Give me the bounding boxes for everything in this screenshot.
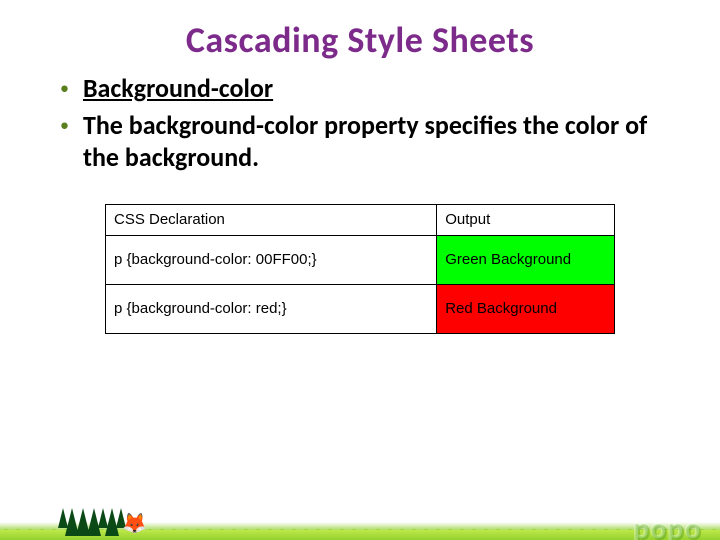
list-item: • Background-color (60, 72, 670, 105)
slide-title: Cascading Style Sheets (0, 18, 720, 62)
list-item: • The background-color property specifie… (60, 109, 670, 174)
cell-declaration: p {background-color: red;} (106, 284, 437, 333)
bullet-dot-icon: • (60, 109, 69, 141)
watermark-text: popo (634, 511, 702, 540)
bullet-text: The background-color property specifies … (83, 109, 670, 174)
table-header-row: CSS Declaration Output (106, 204, 615, 235)
table-row: p {background-color: red;} Red Backgroun… (106, 284, 615, 333)
bullet-text: Background-color (83, 72, 273, 105)
grass-edge (0, 522, 720, 532)
header-declaration: CSS Declaration (106, 204, 437, 235)
example-table: CSS Declaration Output p {background-col… (105, 204, 615, 334)
cell-declaration: p {background-color: 00FF00;} (106, 235, 437, 284)
slide: Cascading Style Sheets • Background-colo… (0, 18, 720, 540)
header-output: Output (437, 204, 615, 235)
cell-output-green: Green Background (437, 235, 615, 284)
cell-output-red: Red Background (437, 284, 615, 333)
table-row: p {background-color: 00FF00;} Green Back… (106, 235, 615, 284)
trees-icon (58, 508, 123, 536)
footer-scenery: 🦊 popo (0, 478, 720, 540)
fox-icon: 🦊 (122, 514, 147, 534)
css-table: CSS Declaration Output p {background-col… (105, 204, 615, 334)
bullet-list: • Background-color • The background-colo… (60, 72, 670, 174)
grass-strip (0, 530, 720, 540)
bullet-dot-icon: • (60, 72, 69, 104)
